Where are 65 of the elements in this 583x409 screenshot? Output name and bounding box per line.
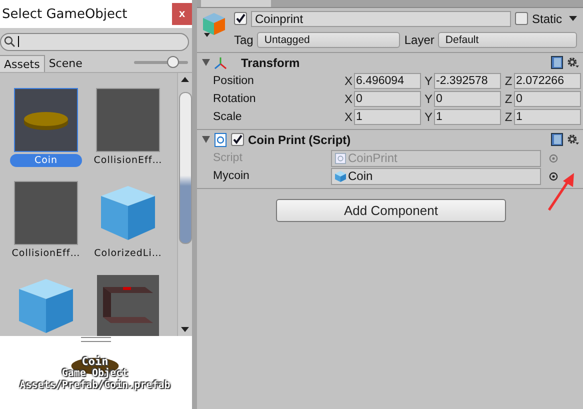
value-field[interactable]: 0 xyxy=(434,91,501,107)
foldout-icon[interactable] xyxy=(202,136,210,143)
zoom-slider[interactable] xyxy=(134,56,188,68)
static-label: Static xyxy=(532,12,562,26)
item-label[interactable]: Coin xyxy=(10,154,82,167)
axis-label: Y xyxy=(423,110,434,124)
enabled-checkbox[interactable] xyxy=(231,133,244,146)
layer-label: Layer xyxy=(404,32,434,46)
value-field[interactable]: 6.496094 xyxy=(354,73,421,89)
window-title: Select GameObject xyxy=(1,6,128,22)
value-field[interactable]: 0 xyxy=(354,91,421,107)
value-field[interactable]: 1 xyxy=(514,109,581,125)
axis-label: Z xyxy=(504,74,514,88)
item-label[interactable]: ColorizedLi… xyxy=(90,247,166,260)
value-field[interactable]: -2.392578 xyxy=(434,73,501,89)
property-label: Script xyxy=(213,152,244,164)
close-button[interactable]: x xyxy=(172,3,192,25)
dropdown-icon[interactable] xyxy=(569,16,577,21)
gear-icon[interactable] xyxy=(567,56,579,69)
active-checkbox[interactable] xyxy=(234,12,247,25)
add-component-button[interactable]: Add Component xyxy=(276,199,506,222)
foldout-icon[interactable] xyxy=(202,59,210,66)
help-book-icon[interactable] xyxy=(551,133,563,146)
object-field[interactable]: Coin xyxy=(331,168,541,184)
search-field[interactable] xyxy=(0,32,189,50)
layer-dropdown[interactable]: Default xyxy=(438,32,577,48)
axes-icon xyxy=(214,56,227,70)
empty-thumbnail[interactable] xyxy=(97,89,159,151)
axis-label: Y xyxy=(423,92,434,106)
value-field[interactable]: 0 xyxy=(514,91,581,107)
help-book-icon[interactable] xyxy=(551,56,563,69)
scrollbar[interactable] xyxy=(177,73,192,336)
axis-label: Y xyxy=(423,74,434,88)
empty-thumbnail[interactable] xyxy=(15,182,77,244)
component-title: Transform xyxy=(241,56,300,70)
name-field[interactable]: Coinprint xyxy=(251,10,511,26)
value-field[interactable]: 1 xyxy=(354,109,421,125)
annotation-arrow-icon xyxy=(547,172,577,212)
script-icon xyxy=(214,132,227,146)
axis-label: Z xyxy=(504,92,514,106)
coin-thumbnail[interactable] xyxy=(15,89,77,151)
tab[interactable]: Assets xyxy=(0,55,45,72)
axis-label: X xyxy=(343,74,354,88)
item-label[interactable]: CollisionEff… xyxy=(8,247,84,260)
cube-icon xyxy=(202,12,226,38)
property-label: Scale xyxy=(213,111,243,123)
property-label: Mycoin xyxy=(213,170,250,182)
axis-label: X xyxy=(343,92,354,106)
value-field[interactable]: 2.072266 xyxy=(514,73,581,89)
mesh-thumbnail[interactable] xyxy=(97,275,159,336)
value-field[interactable]: 1 xyxy=(434,109,501,125)
search-icon xyxy=(4,36,15,47)
axis-label: Z xyxy=(504,110,514,124)
axis-label: X xyxy=(343,110,354,124)
component-title: Coin Print (Script) xyxy=(248,132,351,146)
script-icon xyxy=(335,152,346,164)
property-label: Position xyxy=(213,75,255,87)
item-label[interactable]: CollisionEff… xyxy=(90,154,166,167)
tab[interactable]: Scene xyxy=(44,55,86,72)
tag-dropdown[interactable]: Untagged xyxy=(257,32,400,48)
property-label: Rotation xyxy=(213,93,257,105)
cube-icon xyxy=(335,170,346,182)
static-checkbox[interactable] xyxy=(514,12,528,25)
gear-icon[interactable] xyxy=(567,133,579,146)
tag-label: Tag xyxy=(234,32,254,46)
